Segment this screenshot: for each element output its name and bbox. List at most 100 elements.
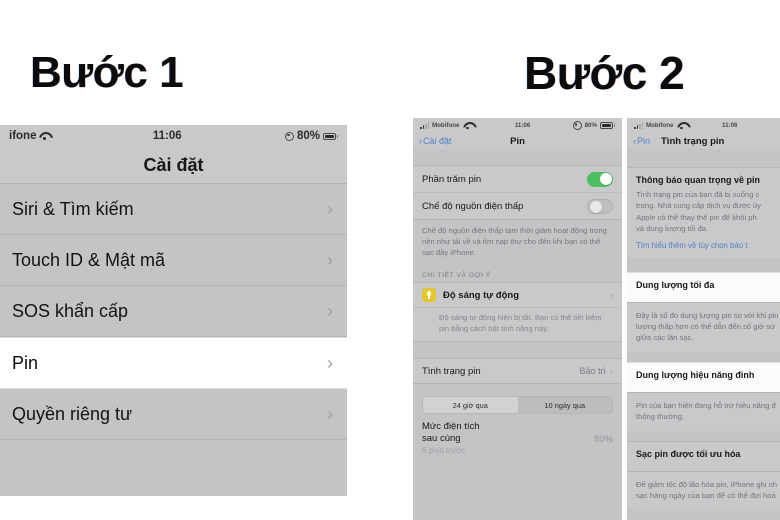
card-optimized-charging: Sạc pin được tối ưu hóa — [627, 440, 780, 471]
battery-icon — [600, 122, 615, 129]
status-bar-time: 11:06 — [152, 130, 182, 142]
status-bar-time: 11:06 — [514, 122, 531, 129]
phone-screenshot-settings: ifone 11:06 80% Cài đặt Siri & Tìm kiếm … — [0, 125, 347, 496]
row-battery-health[interactable]: Tình trạng pin Bảo trì › — [413, 358, 622, 384]
settings-row-touchid[interactable]: Touch ID & Mật mã › — [0, 235, 347, 286]
battery-health-value: Bảo trì — [579, 366, 606, 376]
do-not-disturb-icon — [572, 121, 582, 130]
card-peak-performance-body: Pin của bạn hiện đang hỗ trợ hiệu năng đ… — [627, 391, 780, 431]
battery-icon — [323, 132, 338, 140]
back-button-settings[interactable]: ‹ Cài đặt — [419, 136, 452, 146]
chevron-left-icon: ‹ — [419, 136, 422, 146]
row-low-power-mode[interactable]: Chế độ nguồn điện thấp — [413, 193, 622, 219]
chevron-right-icon: › — [327, 249, 333, 270]
last-charge-line2: sau cùng — [422, 432, 461, 444]
segment-24-hours[interactable]: 24 giờ qua — [423, 397, 518, 413]
card-title: Sạc pin được tối ưu hóa — [636, 448, 741, 459]
chevron-right-icon: › — [327, 300, 333, 321]
step-1-heading: Bước 1 — [30, 48, 184, 97]
phone-screenshot-battery: Mobifone 11:06 80% ‹ Cài đặt Pin Phần tr… — [413, 118, 622, 520]
settings-row-pin[interactable]: Pin › — [0, 337, 347, 389]
content-gap — [627, 430, 780, 441]
card-title: Dung lượng tối đa — [636, 279, 715, 290]
battery-percent-label: 80% — [584, 122, 597, 129]
settings-row-siri[interactable]: Siri & Tìm kiếm › — [0, 184, 347, 235]
last-charge-level: Mức điện tích sau cùng 80% — [413, 414, 622, 445]
signal-bars-icon — [634, 122, 643, 129]
auto-brightness-description: Độ sáng tự động hiện bị tắt. Bạn có thể … — [413, 308, 622, 342]
last-charge-line1: Mức điện tích — [422, 421, 480, 432]
status-bar-time: 11:06 — [722, 122, 738, 129]
last-charge-timestamp: 6 phút trước — [413, 444, 622, 455]
settings-row-label: Quyền riêng tư — [12, 403, 133, 424]
status-bar-carrier-group: Mobifone — [634, 122, 687, 130]
card-body: Pin của bạn hiện đang hỗ trợ hiệu năng đ… — [636, 400, 776, 422]
row-battery-percentage[interactable]: Phần trăm pin — [413, 166, 622, 193]
chevron-left-icon: ‹ — [633, 136, 636, 146]
carrier-label: Mobifone — [646, 122, 674, 129]
card-title: Dung lượng hiệu năng đỉnh — [636, 369, 755, 380]
low-power-description: Chế độ nguồn điện thấp tạm thời giảm hoạ… — [413, 220, 622, 265]
card-important-battery-message: Thông báo quan trọng về pin Tình trạng p… — [627, 167, 780, 258]
row-label: Phần trăm pin — [422, 173, 482, 185]
settings-row-label: Touch ID & Mật mã — [12, 249, 166, 270]
status-bar-battery-group: 80% — [572, 121, 615, 130]
status-bar-mid: Mobifone 11:06 80% — [413, 118, 622, 133]
status-bar-battery-group: 80% — [284, 130, 338, 142]
carrier-label: Mobifone — [432, 122, 460, 129]
card-optimized-charging-body: Để giảm tốc độ lão hóa pin, iPhone ghi n… — [627, 470, 780, 510]
settings-row-sos[interactable]: SOS khẩn cấp › — [0, 286, 347, 337]
battery-toggles-group: Phần trăm pin Chế độ nguồn điện thấp — [413, 165, 622, 220]
row-label: Chế độ nguồn điện thấp — [422, 200, 524, 212]
row-label: Tình trạng pin — [422, 365, 481, 377]
section-header-details: CHI TIẾT VÀ GỢI Ý — [413, 265, 622, 282]
chevron-right-icon: › — [327, 198, 333, 219]
usage-chart-area: 24 giờ qua 10 ngày qua — [413, 384, 622, 414]
nav-title-settings: Cài đặt — [0, 147, 347, 183]
status-bar-carrier-group: Mobifone — [420, 122, 473, 130]
row-label: Độ sáng tự động — [443, 289, 520, 301]
phone-screenshot-battery-health: Mobifone 11:06 ‹ Pin Tình trạng pin Thôn… — [627, 118, 780, 520]
nav-bar-battery: ‹ Cài đặt Pin — [413, 133, 622, 149]
low-power-mode-toggle[interactable] — [587, 198, 613, 214]
card-peak-performance: Dung lượng hiệu năng đỉnh — [627, 361, 780, 392]
chevron-right-icon: › — [610, 366, 613, 376]
step-2-heading: Bước 2 — [524, 47, 685, 99]
card-title: Thông báo quan trọng về pin — [636, 175, 760, 185]
do-not-disturb-icon — [284, 131, 294, 141]
content-gap — [627, 257, 780, 272]
nav-bar-battery-health: ‹ Pin Tình trạng pin — [627, 133, 780, 149]
usage-range-segmented-control[interactable]: 24 giờ qua 10 ngày qua — [422, 396, 613, 414]
card-body: Đây là số đo dung lượng pin so với khi p… — [636, 310, 779, 343]
content-gap — [627, 351, 780, 362]
last-charge-percent: 80% — [593, 433, 613, 445]
segment-10-days[interactable]: 10 ngày qua — [518, 397, 613, 413]
wifi-icon — [677, 122, 687, 130]
carrier-label: ifone — [9, 130, 37, 142]
status-bar-left: ifone 11:06 80% — [0, 125, 347, 147]
settings-row-privacy[interactable]: Quyền riêng tư › — [0, 389, 347, 440]
settings-list-tail — [0, 440, 347, 496]
card-body: Tình trạng pin của bạn đã bị xuống c trọn… — [636, 190, 761, 234]
status-bar-carrier-group: ifone — [9, 130, 49, 142]
chevron-right-icon: › — [327, 403, 333, 424]
wifi-icon — [39, 132, 49, 140]
card-maximum-capacity: Dung lượng tối đa — [627, 271, 780, 302]
chevron-right-icon: › — [327, 352, 333, 373]
content-gap — [413, 149, 622, 165]
card-maximum-capacity-body: Đây là số đo dung lượng pin so với khi p… — [627, 301, 780, 352]
settings-row-label: SOS khẩn cấp — [12, 300, 129, 321]
battery-percentage-toggle[interactable] — [587, 171, 613, 187]
learn-more-link[interactable]: Tìm hiểu thêm về tùy chọn bảo t — [636, 241, 771, 250]
content-gap — [627, 149, 780, 167]
signal-bars-icon — [420, 122, 429, 129]
battery-percent-label: 80% — [296, 130, 320, 142]
settings-row-label: Siri & Tìm kiếm — [12, 198, 134, 219]
back-button-battery[interactable]: ‹ Pin — [633, 136, 650, 146]
screenshot-canvas: Bước 1 Bước 2 ifone 11:06 80% Cài đặt Si… — [0, 0, 780, 520]
chevron-right-icon: › — [610, 290, 613, 300]
last-charge-label: Mức điện tích sau cùng — [422, 421, 594, 445]
back-button-label: Cài đặt — [423, 136, 452, 146]
row-auto-brightness[interactable]: Độ sáng tự động › — [413, 282, 622, 308]
back-button-label: Pin — [637, 136, 651, 146]
